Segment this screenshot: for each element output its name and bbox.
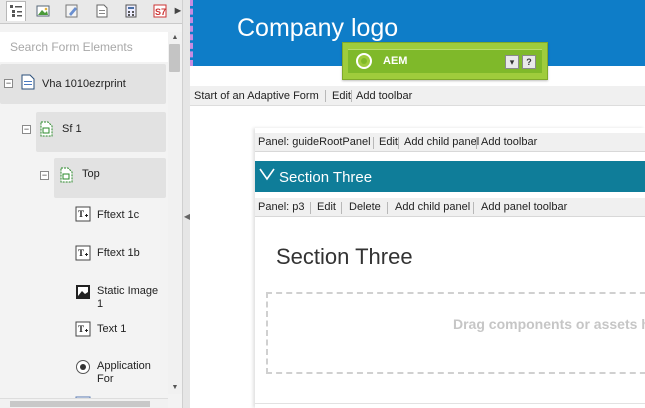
help-icon[interactable]: ? [522, 55, 536, 69]
root-panel-toolbar: Panel: guideRootPanel Edit Add child pan… [255, 133, 645, 152]
tree-item-label: Text 1 [97, 323, 127, 335]
sidebar-splitter[interactable]: ◀ [182, 0, 190, 408]
tree-item-application-for[interactable]: Application For [70, 356, 166, 396]
add-toolbar-button[interactable]: Add toolbar [481, 136, 537, 148]
tab-content-tree[interactable] [6, 1, 26, 21]
form-toolbar: Start of an Adaptive Form Edit Add toolb… [190, 86, 645, 106]
text-field-icon: T [75, 245, 91, 261]
svg-text:T: T [78, 324, 84, 334]
aem-logo-icon [356, 53, 372, 69]
svg-text:T: T [78, 248, 84, 258]
tab-assets[interactable] [33, 1, 53, 21]
sidebar-scrollbar[interactable]: ▲ ▼ [168, 32, 182, 394]
form-canvas: Company logo AEM ▾ ? Start of an Adaptiv… [190, 0, 645, 408]
company-logo: Company logo [237, 14, 399, 42]
divider [373, 137, 374, 149]
radio-icon [76, 360, 90, 374]
tree-item-panel-top[interactable]: − Top [36, 158, 166, 198]
sidebar: S7 ► − Vha 1010ezrprint − [0, 0, 190, 408]
horizontal-scrollbar-thumb[interactable] [10, 401, 150, 407]
chevron-down-icon[interactable]: ▾ [505, 55, 519, 69]
tree-icon [10, 5, 22, 17]
aem-sidekick[interactable]: AEM ▾ ? [342, 42, 548, 80]
edit-button[interactable]: Edit [379, 136, 398, 148]
tree-item-label: Fftext 1b [97, 247, 140, 259]
selection-marker [190, 0, 193, 66]
tree-item-fftext-1c[interactable]: T Fftext 1c [70, 204, 166, 240]
tree-item-label: Top [82, 168, 100, 180]
edit-button[interactable]: Edit [332, 90, 351, 102]
panel-icon [40, 121, 53, 137]
text-field-icon: T [75, 206, 91, 222]
add-child-panel-button[interactable]: Add child panel [404, 136, 479, 148]
section-heading: Section Three [279, 169, 373, 186]
aem-bar: AEM ▾ ? [348, 49, 542, 73]
delete-button[interactable]: Delete [349, 201, 381, 213]
divider [476, 137, 477, 149]
form-title: Start of an Adaptive Form [194, 90, 319, 102]
horizontal-scrollbar[interactable] [0, 398, 168, 408]
text-field-icon: T [75, 321, 91, 337]
sidebar-tabs: S7 ► [0, 0, 190, 24]
form-tree: − Vha 1010ezrprint − Sf 1 − Top T Fftext… [0, 64, 168, 408]
s7-icon: S7 [153, 4, 167, 18]
svg-text:S7: S7 [155, 7, 166, 17]
root-panel: Panel: guideRootPanel Edit Add child pan… [255, 128, 645, 408]
collapse-icon[interactable]: − [22, 125, 31, 134]
tab-scene7[interactable]: S7 [150, 1, 170, 21]
tab-styles[interactable] [62, 1, 82, 21]
divider [351, 90, 352, 102]
drop-zone[interactable]: Drag components or assets here [266, 292, 645, 374]
section-accordion-header[interactable]: Section Three [255, 161, 645, 192]
divider [325, 90, 326, 102]
calculator-icon [125, 4, 137, 18]
image-icon [36, 5, 50, 17]
page-icon [96, 4, 108, 18]
divider [387, 202, 388, 214]
section-title: Section Three [276, 244, 413, 269]
tab-page[interactable] [92, 1, 112, 21]
tree-item-label: Sf 1 [62, 123, 82, 135]
tree-item-panel-sf1[interactable]: − Sf 1 [18, 112, 166, 152]
search-input[interactable] [0, 32, 168, 62]
divider [255, 403, 645, 404]
panel-icon [60, 167, 73, 183]
aem-label: AEM [383, 55, 408, 67]
drop-zone-text: Drag components or assets here [453, 316, 645, 332]
scroll-down-arrow-icon[interactable]: ▼ [168, 382, 182, 394]
collapse-icon[interactable]: − [4, 79, 13, 88]
add-child-panel-button[interactable]: Add child panel [395, 201, 470, 213]
tree-item-label: Static Image 1 [97, 285, 159, 310]
tree-item-text-1[interactable]: T Text 1 [70, 318, 166, 354]
panel-toolbar: Panel: p3 Edit Delete Add child panel Ad… [255, 198, 645, 217]
svg-text:T: T [78, 209, 84, 219]
tree-item-fftext-1b[interactable]: T Fftext 1b [70, 242, 166, 278]
panel-title: Panel: p3 [258, 201, 305, 213]
divider [310, 202, 311, 214]
add-panel-toolbar-button[interactable]: Add panel toolbar [481, 201, 567, 213]
tree-item-label: Application For [97, 360, 151, 385]
image-icon [76, 285, 90, 299]
panel-title: Panel: guideRootPanel [258, 136, 371, 148]
scrollbar-thumb[interactable] [169, 44, 180, 72]
scroll-up-arrow-icon[interactable]: ▲ [168, 32, 182, 44]
edit-button[interactable]: Edit [317, 201, 336, 213]
brush-icon [65, 4, 78, 18]
tree-item-label: Vha 1010ezrprint [42, 78, 126, 90]
tree-item-label: Fftext 1c [97, 209, 140, 221]
divider [341, 202, 342, 214]
tree-item-static-image-1[interactable]: Static Image 1 [70, 282, 166, 320]
divider [398, 137, 399, 149]
tab-calculator[interactable] [121, 1, 141, 21]
add-toolbar-button[interactable]: Add toolbar [356, 90, 412, 102]
divider [473, 202, 474, 214]
tree-item-form[interactable]: − Vha 1010ezrprint [0, 64, 166, 104]
form-icon [21, 74, 35, 90]
collapse-icon[interactable]: − [40, 171, 49, 180]
chevron-down-icon [259, 167, 275, 186]
